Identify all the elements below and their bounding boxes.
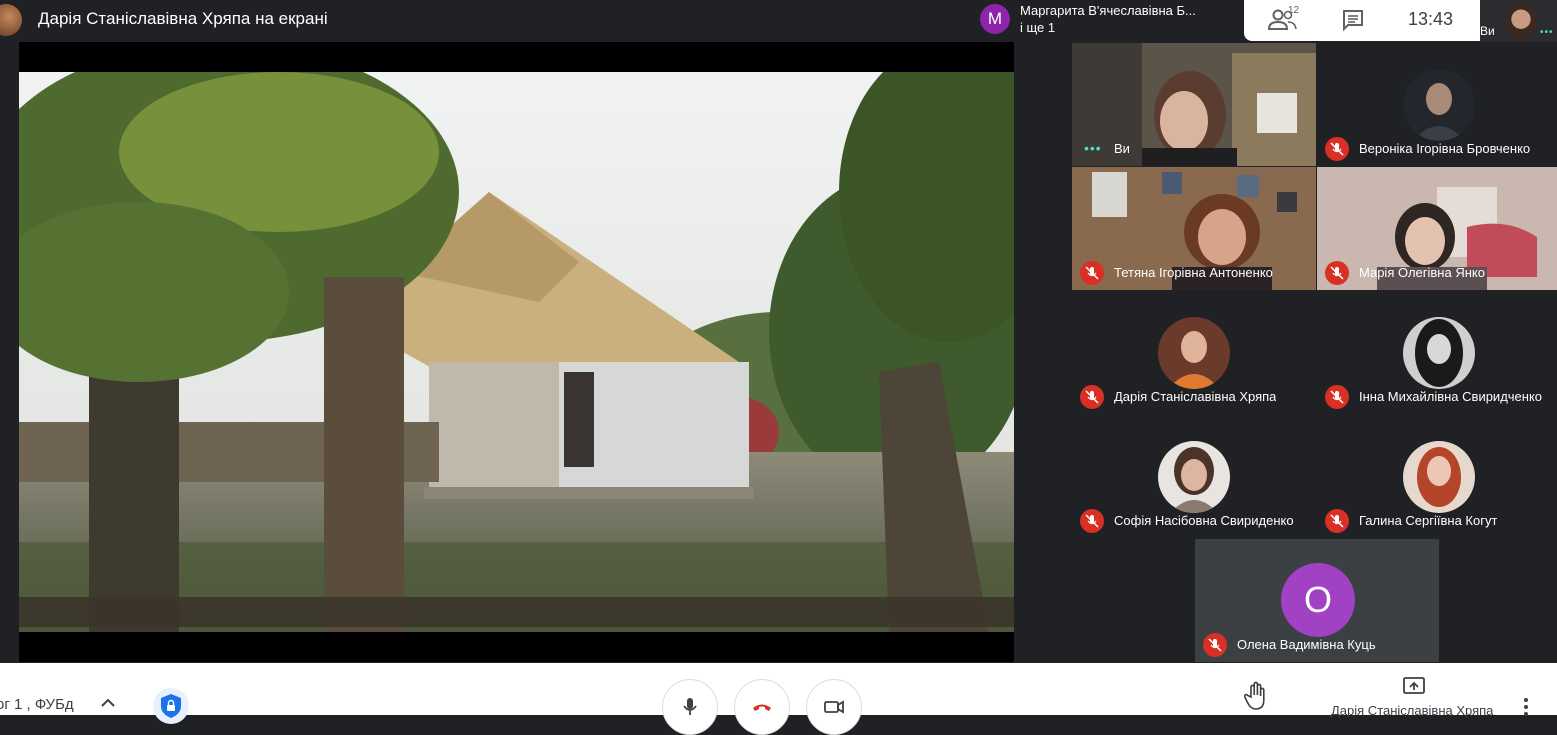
participant-name: Вероніка Ігорівна Бровченко [1359, 141, 1531, 156]
meeting-name[interactable]: ог 1 , ФУБд [0, 696, 74, 713]
participant-tile-sofiia[interactable]: Софія Насібовна Свириденко [1072, 415, 1316, 538]
chevron-up-icon[interactable] [99, 695, 117, 709]
camera-button[interactable] [806, 679, 862, 735]
muted-mic-icon [1203, 633, 1227, 657]
camera-icon [824, 700, 844, 714]
participant-name: Олена Вадимівна Куць [1237, 637, 1376, 652]
microphone-icon [683, 698, 697, 715]
self-face [1506, 3, 1536, 39]
speaking-indicator-icon: ••• [1540, 27, 1554, 38]
chat-icon[interactable] [1342, 9, 1364, 31]
avatar [1403, 441, 1475, 513]
meeting-safety-button[interactable] [153, 688, 189, 724]
letter-avatar: О [1281, 563, 1355, 637]
participant-name: Тетяна Ігорівна Антоненко [1114, 265, 1273, 280]
raise-hand-icon[interactable] [1244, 681, 1270, 711]
notification-name: Маргарита В'ячеславівна Б... [1020, 3, 1196, 18]
participant-tile-olena[interactable]: О Олена Вадимівна Куць [1195, 539, 1439, 662]
bottom-control-bar: ог 1 , ФУБд Дарія Станіславівна Хряпа [0, 663, 1557, 735]
avatar [1158, 441, 1230, 513]
shared-screen [19, 42, 1014, 662]
shared-video [19, 72, 1014, 632]
participant-tile-you[interactable]: ••• Ви [1072, 43, 1316, 166]
participant-tile-dariia[interactable]: Дарія Станіславівна Хряпа [1072, 291, 1316, 414]
participant-name: Інна Михайлівна Свиридченко [1359, 389, 1543, 404]
top-right-panel: 12 13:43 [1244, 0, 1480, 41]
participant-name: Софія Насібовна Свириденко [1114, 513, 1294, 528]
presenter-label[interactable]: Дарія Станіславівна Хряпа [1331, 703, 1493, 718]
shield-lock-icon [161, 694, 181, 718]
present-screen-icon[interactable] [1402, 675, 1426, 697]
self-view-thumbnail[interactable]: Ви ••• [1480, 0, 1557, 42]
muted-mic-icon [1325, 137, 1349, 161]
hang-up-icon [753, 704, 771, 711]
participant-name: Марія Олегівна Янко [1359, 265, 1485, 280]
avatar [1403, 69, 1475, 141]
muted-mic-icon [1325, 385, 1349, 409]
avatar [1403, 317, 1475, 389]
notification-more: і ще 1 [1020, 20, 1056, 35]
self-label: Ви [1480, 24, 1495, 38]
participants-count: 12 [1288, 5, 1300, 16]
participant-tile-veronika[interactable]: Вероніка Ігорівна Бровченко [1317, 43, 1557, 166]
presenter-avatar [0, 4, 22, 36]
microphone-button[interactable] [662, 679, 718, 735]
notification-avatar: M [980, 4, 1010, 34]
participant-video-you [1072, 43, 1316, 166]
participant-name: Дарія Станіславівна Хряпа [1114, 389, 1277, 404]
participant-tile-halyna[interactable]: Галина Сергіївна Когут [1317, 415, 1557, 538]
leave-call-button[interactable] [734, 679, 790, 735]
participant-tile-mariia[interactable]: Марія Олегівна Янко [1317, 167, 1557, 290]
participant-name: Галина Сергіївна Когут [1359, 513, 1498, 528]
more-options-icon[interactable] [1522, 697, 1530, 717]
avatar [1158, 317, 1230, 389]
participant-tile-tetiana[interactable]: Тетяна Ігорівна Антоненко [1072, 167, 1316, 290]
village-scene-image [19, 72, 1014, 632]
participant-tile-inna[interactable]: Інна Михайлівна Свиридченко [1317, 291, 1557, 414]
muted-mic-icon [1080, 385, 1104, 409]
muted-mic-icon [1325, 261, 1349, 285]
speaking-indicator-icon: ••• [1084, 140, 1102, 156]
muted-mic-icon [1080, 509, 1104, 533]
muted-mic-icon [1080, 261, 1104, 285]
join-notification[interactable]: M Маргарита В'ячеславівна Б... і ще 1 [972, 0, 1244, 40]
presenter-title: Дарія Станіславівна Хряпа на екрані [38, 9, 328, 28]
participant-name: Ви [1114, 141, 1130, 156]
clock: 13:43 [1408, 9, 1454, 29]
muted-mic-icon [1325, 509, 1349, 533]
top-bar: Дарія Станіславівна Хряпа на екрані M Ма… [0, 0, 1557, 42]
